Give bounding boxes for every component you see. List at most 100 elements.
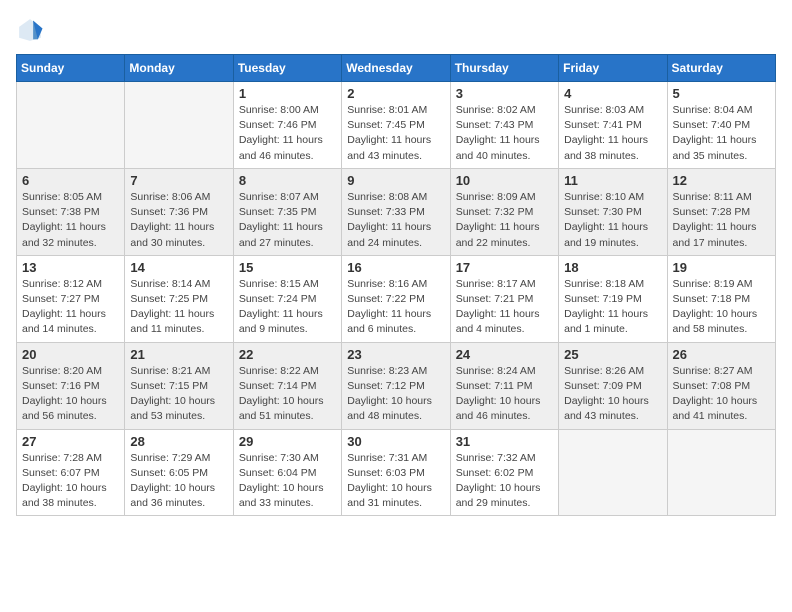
day-number: 12 bbox=[673, 173, 770, 188]
calendar-cell: 26 Sunrise: 8:27 AMSunset: 7:08 PMDayligh… bbox=[667, 342, 775, 429]
calendar-cell: 6 Sunrise: 8:05 AMSunset: 7:38 PMDaylight… bbox=[17, 168, 125, 255]
calendar-cell bbox=[125, 82, 233, 169]
day-number: 13 bbox=[22, 260, 119, 275]
calendar-cell: 30 Sunrise: 7:31 AMSunset: 6:03 PMDayligh… bbox=[342, 429, 450, 516]
logo bbox=[16, 16, 48, 44]
day-number: 17 bbox=[456, 260, 553, 275]
calendar-cell: 9Sunrise: 8:08 AMSunset: 7:33 PMDaylight… bbox=[342, 168, 450, 255]
day-number: 18 bbox=[564, 260, 661, 275]
day-info: Sunrise: 8:01 AMSunset: 7:45 PMDaylight:… bbox=[347, 103, 444, 164]
calendar-cell bbox=[17, 82, 125, 169]
day-info: Sunrise: 7:32 AMSunset: 6:02 PMDaylight:… bbox=[456, 451, 553, 512]
calendar-week-row: 20 Sunrise: 8:20 AMSunset: 7:16 PMDayligh… bbox=[17, 342, 776, 429]
day-number: 10 bbox=[456, 173, 553, 188]
day-number: 30 bbox=[347, 434, 444, 449]
calendar-cell: 15 Sunrise: 8:15 AMSunset: 7:24 PMDayligh… bbox=[233, 255, 341, 342]
calendar-cell: 1Sunrise: 8:00 AMSunset: 7:46 PMDaylight… bbox=[233, 82, 341, 169]
day-info: Sunrise: 8:05 AMSunset: 7:38 PMDaylight:… bbox=[22, 190, 119, 251]
day-info: Sunrise: 7:30 AMSunset: 6:04 PMDaylight:… bbox=[239, 451, 336, 512]
day-info: Sunrise: 8:14 AMSunset: 7:25 PMDaylight:… bbox=[130, 277, 227, 338]
day-info: Sunrise: 7:31 AMSunset: 6:03 PMDaylight:… bbox=[347, 451, 444, 512]
day-info: Sunrise: 8:21 AMSunset: 7:15 PMDaylight:… bbox=[130, 364, 227, 425]
day-info: Sunrise: 8:27 AMSunset: 7:08 PMDaylight:… bbox=[673, 364, 770, 425]
calendar-cell bbox=[559, 429, 667, 516]
day-info: Sunrise: 8:16 AMSunset: 7:22 PMDaylight:… bbox=[347, 277, 444, 338]
day-number: 9 bbox=[347, 173, 444, 188]
calendar-cell: 7 Sunrise: 8:06 AMSunset: 7:36 PMDaylight… bbox=[125, 168, 233, 255]
day-info: Sunrise: 8:03 AMSunset: 7:41 PMDaylight:… bbox=[564, 103, 661, 164]
calendar-week-row: 6 Sunrise: 8:05 AMSunset: 7:38 PMDaylight… bbox=[17, 168, 776, 255]
calendar-cell: 21 Sunrise: 8:21 AMSunset: 7:15 PMDayligh… bbox=[125, 342, 233, 429]
calendar-cell: 27 Sunrise: 7:28 AMSunset: 6:07 PMDayligh… bbox=[17, 429, 125, 516]
header-sunday: Sunday bbox=[17, 55, 125, 82]
day-info: Sunrise: 8:20 AMSunset: 7:16 PMDaylight:… bbox=[22, 364, 119, 425]
day-number: 14 bbox=[130, 260, 227, 275]
calendar-cell: 18 Sunrise: 8:18 AMSunset: 7:19 PMDayligh… bbox=[559, 255, 667, 342]
calendar-cell: 22 Sunrise: 8:22 AMSunset: 7:14 PMDayligh… bbox=[233, 342, 341, 429]
calendar-cell: 11Sunrise: 8:10 AMSunset: 7:30 PMDayligh… bbox=[559, 168, 667, 255]
calendar-cell: 20 Sunrise: 8:20 AMSunset: 7:16 PMDayligh… bbox=[17, 342, 125, 429]
day-number: 11 bbox=[564, 173, 661, 188]
day-info: Sunrise: 8:18 AMSunset: 7:19 PMDaylight:… bbox=[564, 277, 661, 338]
header-tuesday: Tuesday bbox=[233, 55, 341, 82]
day-info: Sunrise: 8:06 AMSunset: 7:36 PMDaylight:… bbox=[130, 190, 227, 251]
header-wednesday: Wednesday bbox=[342, 55, 450, 82]
day-info: Sunrise: 8:15 AMSunset: 7:24 PMDaylight:… bbox=[239, 277, 336, 338]
day-info: Sunrise: 8:12 AMSunset: 7:27 PMDaylight:… bbox=[22, 277, 119, 338]
day-number: 20 bbox=[22, 347, 119, 362]
calendar-cell: 17 Sunrise: 8:17 AMSunset: 7:21 PMDayligh… bbox=[450, 255, 558, 342]
calendar-cell: 16 Sunrise: 8:16 AMSunset: 7:22 PMDayligh… bbox=[342, 255, 450, 342]
day-number: 27 bbox=[22, 434, 119, 449]
day-info: Sunrise: 8:04 AMSunset: 7:40 PMDaylight:… bbox=[673, 103, 770, 164]
logo-icon bbox=[16, 16, 44, 44]
calendar-week-row: 1Sunrise: 8:00 AMSunset: 7:46 PMDaylight… bbox=[17, 82, 776, 169]
day-number: 1 bbox=[239, 86, 336, 101]
day-number: 22 bbox=[239, 347, 336, 362]
header-thursday: Thursday bbox=[450, 55, 558, 82]
calendar-week-row: 13 Sunrise: 8:12 AMSunset: 7:27 PMDayligh… bbox=[17, 255, 776, 342]
header-saturday: Saturday bbox=[667, 55, 775, 82]
calendar-cell: 14 Sunrise: 8:14 AMSunset: 7:25 PMDayligh… bbox=[125, 255, 233, 342]
header-monday: Monday bbox=[125, 55, 233, 82]
day-info: Sunrise: 8:09 AMSunset: 7:32 PMDaylight:… bbox=[456, 190, 553, 251]
day-number: 15 bbox=[239, 260, 336, 275]
day-info: Sunrise: 8:19 AMSunset: 7:18 PMDaylight:… bbox=[673, 277, 770, 338]
calendar-cell: 4 Sunrise: 8:03 AMSunset: 7:41 PMDaylight… bbox=[559, 82, 667, 169]
day-info: Sunrise: 8:07 AMSunset: 7:35 PMDaylight:… bbox=[239, 190, 336, 251]
day-number: 16 bbox=[347, 260, 444, 275]
day-info: Sunrise: 7:28 AMSunset: 6:07 PMDaylight:… bbox=[22, 451, 119, 512]
day-number: 25 bbox=[564, 347, 661, 362]
day-number: 3 bbox=[456, 86, 553, 101]
day-number: 4 bbox=[564, 86, 661, 101]
day-number: 7 bbox=[130, 173, 227, 188]
day-info: Sunrise: 8:02 AMSunset: 7:43 PMDaylight:… bbox=[456, 103, 553, 164]
calendar-cell: 28Sunrise: 7:29 AMSunset: 6:05 PMDayligh… bbox=[125, 429, 233, 516]
calendar-table: SundayMondayTuesdayWednesdayThursdayFrid… bbox=[16, 54, 776, 516]
calendar-cell: 24Sunrise: 8:24 AMSunset: 7:11 PMDayligh… bbox=[450, 342, 558, 429]
day-info: Sunrise: 8:11 AMSunset: 7:28 PMDaylight:… bbox=[673, 190, 770, 251]
day-number: 19 bbox=[673, 260, 770, 275]
calendar-week-row: 27 Sunrise: 7:28 AMSunset: 6:07 PMDayligh… bbox=[17, 429, 776, 516]
day-info: Sunrise: 8:23 AMSunset: 7:12 PMDaylight:… bbox=[347, 364, 444, 425]
day-number: 2 bbox=[347, 86, 444, 101]
day-number: 28 bbox=[130, 434, 227, 449]
calendar-header-row: SundayMondayTuesdayWednesdayThursdayFrid… bbox=[17, 55, 776, 82]
calendar-cell: 13 Sunrise: 8:12 AMSunset: 7:27 PMDayligh… bbox=[17, 255, 125, 342]
calendar-cell: 5 Sunrise: 8:04 AMSunset: 7:40 PMDaylight… bbox=[667, 82, 775, 169]
calendar-cell bbox=[667, 429, 775, 516]
calendar-cell: 25 Sunrise: 8:26 AMSunset: 7:09 PMDayligh… bbox=[559, 342, 667, 429]
day-number: 23 bbox=[347, 347, 444, 362]
day-number: 8 bbox=[239, 173, 336, 188]
day-info: Sunrise: 8:17 AMSunset: 7:21 PMDaylight:… bbox=[456, 277, 553, 338]
day-number: 6 bbox=[22, 173, 119, 188]
day-number: 24 bbox=[456, 347, 553, 362]
day-info: Sunrise: 8:26 AMSunset: 7:09 PMDaylight:… bbox=[564, 364, 661, 425]
calendar-cell: 29Sunrise: 7:30 AMSunset: 6:04 PMDayligh… bbox=[233, 429, 341, 516]
day-number: 31 bbox=[456, 434, 553, 449]
day-number: 21 bbox=[130, 347, 227, 362]
day-number: 26 bbox=[673, 347, 770, 362]
day-info: Sunrise: 8:22 AMSunset: 7:14 PMDaylight:… bbox=[239, 364, 336, 425]
calendar-cell: 12 Sunrise: 8:11 AMSunset: 7:28 PMDayligh… bbox=[667, 168, 775, 255]
day-number: 5 bbox=[673, 86, 770, 101]
calendar-cell: 31 Sunrise: 7:32 AMSunset: 6:02 PMDayligh… bbox=[450, 429, 558, 516]
